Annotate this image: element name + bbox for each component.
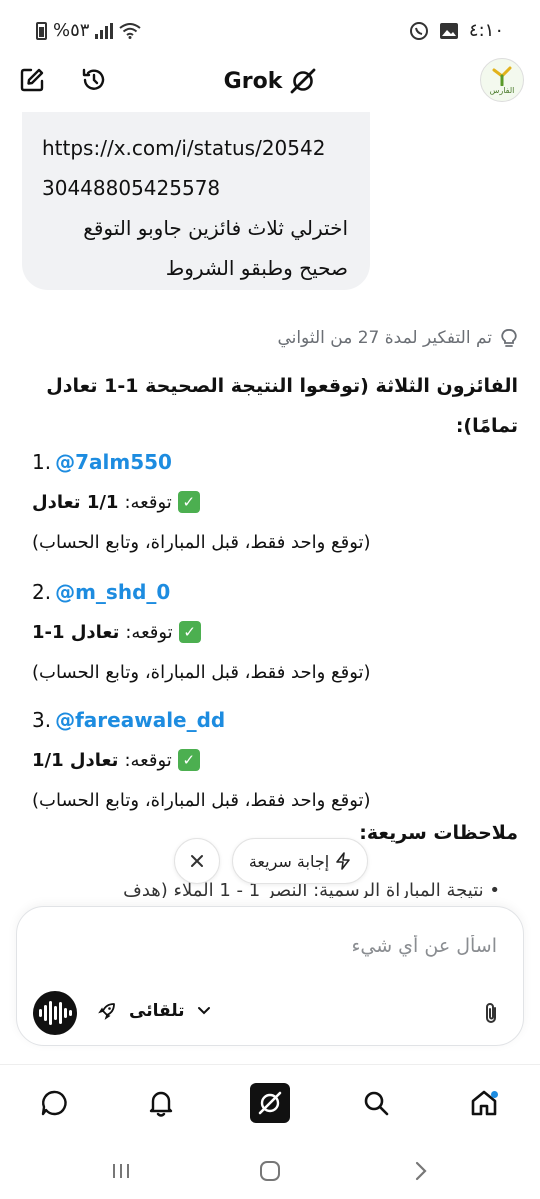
winner-item: 3. @fareawale_dd ✓ توقعه: تعادل 1/1 (توق… (32, 700, 518, 820)
signal-icon (95, 22, 114, 39)
bell-icon (149, 1091, 173, 1117)
winner-handle-row: 2. @m_shd_0 (32, 572, 518, 612)
response-heading: الفائزون الثلاثة (توقعوا النتيجة الصحيحة… (32, 366, 518, 446)
title-text: Grok (223, 68, 283, 94)
winner-handle-link[interactable]: @fareawale_dd (55, 708, 225, 732)
quick-reply-chip[interactable]: إجابة سريعة (232, 838, 368, 884)
close-icon (191, 855, 203, 867)
recents-button[interactable] (106, 1156, 136, 1186)
winner-prediction: ✓ توقعه: 1/1 تعادل (32, 482, 518, 522)
recents-icon (113, 1164, 129, 1178)
paperclip-icon (486, 1003, 496, 1023)
rocket-icon (98, 1003, 115, 1020)
winner-note: (توقع واحد فقط، قبل المباراة، وتابع الحس… (32, 531, 371, 553)
winner-handle-row: 1. @7alm550 (32, 442, 518, 482)
user-message-line: 30448805425578 (42, 176, 221, 200)
system-nav (0, 1146, 540, 1196)
nav-chat[interactable] (34, 1083, 74, 1123)
nav-home[interactable] (464, 1083, 504, 1123)
status-left: %٥٣ (36, 20, 142, 41)
winner-number: 3. (32, 708, 52, 732)
quick-reply-label: إجابة سريعة (248, 851, 330, 871)
winner-handle-link[interactable]: @7alm550 (55, 450, 172, 474)
dismiss-chip-button[interactable] (174, 838, 220, 884)
back-button[interactable] (406, 1156, 436, 1186)
battery-level: %٥٣ (53, 20, 90, 41)
user-message-line: https://x.com/i/status/20542 (42, 136, 326, 160)
prediction-prefix: توقعه: (125, 621, 173, 643)
lightning-icon (336, 852, 350, 870)
prediction-value: تعادل 1/1 (32, 749, 119, 771)
winner-handle-link[interactable]: @m_shd_0 (55, 580, 170, 604)
battery-icon (36, 21, 47, 40)
user-message-line: صحيح وطبقو الشروط (165, 256, 348, 280)
voice-mode-button[interactable] (33, 991, 77, 1035)
thinking-toggle[interactable]: تم التفكير لمدة 27 من الثواني (32, 322, 518, 354)
prediction-value: 1/1 تعادل (32, 491, 119, 513)
nav-notifications[interactable] (141, 1083, 181, 1123)
winner-prediction: ✓ توقعه: تعادل 1/1 (32, 740, 518, 780)
user-message-line: اخترلي ثلاث فائزين جاوبو التوقع (83, 216, 348, 240)
message-input[interactable] (57, 935, 497, 957)
unread-dot (491, 1091, 498, 1098)
status-right: ٤:١٠ (409, 20, 504, 41)
winner-number: 1. (32, 450, 52, 474)
home-system-button[interactable] (255, 1156, 285, 1186)
chevron-down-icon (197, 1007, 210, 1015)
winner-note: (توقع واحد فقط، قبل المباراة، وتابع الحس… (32, 789, 371, 811)
home-circle-icon (260, 1161, 280, 1181)
mode-label: تلقائى (129, 1001, 185, 1021)
page-title: Grok (0, 68, 540, 94)
chevron-right-icon (415, 1161, 427, 1181)
nav-search[interactable] (356, 1083, 396, 1123)
notes-heading: ملاحظات سريعة: (359, 822, 518, 844)
thinking-label: تم التفكير لمدة 27 من الثواني (277, 328, 492, 348)
check-icon: ✓ (177, 749, 200, 771)
whatsapp-icon (409, 21, 428, 40)
gallery-icon (439, 22, 458, 39)
prediction-prefix: توقعه: (124, 491, 172, 513)
check-icon: ✓ (178, 621, 201, 643)
status-bar: %٥٣ ٤:١٠ (0, 0, 540, 62)
nav-grok[interactable] (250, 1083, 290, 1123)
grok-logo-icon (258, 1091, 282, 1115)
grok-logo-icon (290, 68, 316, 94)
chat-bubble-icon (41, 1090, 67, 1116)
bottom-nav (0, 1064, 540, 1136)
clock: ٤:١٠ (468, 20, 504, 41)
prediction-value: تعادل 1-1 (32, 621, 120, 643)
mode-selector[interactable]: تلقائى (97, 1001, 211, 1021)
heading-line: تمامًا): (455, 415, 518, 437)
lightbulb-icon (501, 329, 517, 347)
brand-logo-icon (492, 66, 512, 86)
wifi-icon (119, 22, 142, 39)
heading-line: الفائزون الثلاثة (توقعوا النتيجة الصحيحة… (46, 375, 518, 397)
attach-button[interactable] (481, 1001, 501, 1029)
winner-prediction: ✓ توقعه: تعادل 1-1 (32, 612, 518, 652)
prediction-prefix: توقعه: (124, 749, 172, 771)
app-header: Grok الفارس (0, 58, 540, 106)
message-composer: تلقائى (16, 906, 524, 1046)
winner-handle-row: 3. @fareawale_dd (32, 700, 518, 740)
avatar[interactable]: الفارس (480, 58, 524, 102)
winner-item: 1. @7alm550 ✓ توقعه: 1/1 تعادل (توقع واح… (32, 442, 518, 562)
winner-note: (توقع واحد فقط، قبل المباراة، وتابع الحس… (32, 661, 371, 683)
user-message-bubble: https://x.com/i/status/20542 30448805425… (22, 112, 370, 290)
search-icon (364, 1091, 389, 1116)
check-icon: ✓ (177, 491, 200, 513)
avatar-label: الفارس (489, 85, 515, 95)
winner-number: 2. (32, 580, 52, 604)
winner-item: 2. @m_shd_0 ✓ توقعه: تعادل 1-1 (توقع واح… (32, 572, 518, 692)
